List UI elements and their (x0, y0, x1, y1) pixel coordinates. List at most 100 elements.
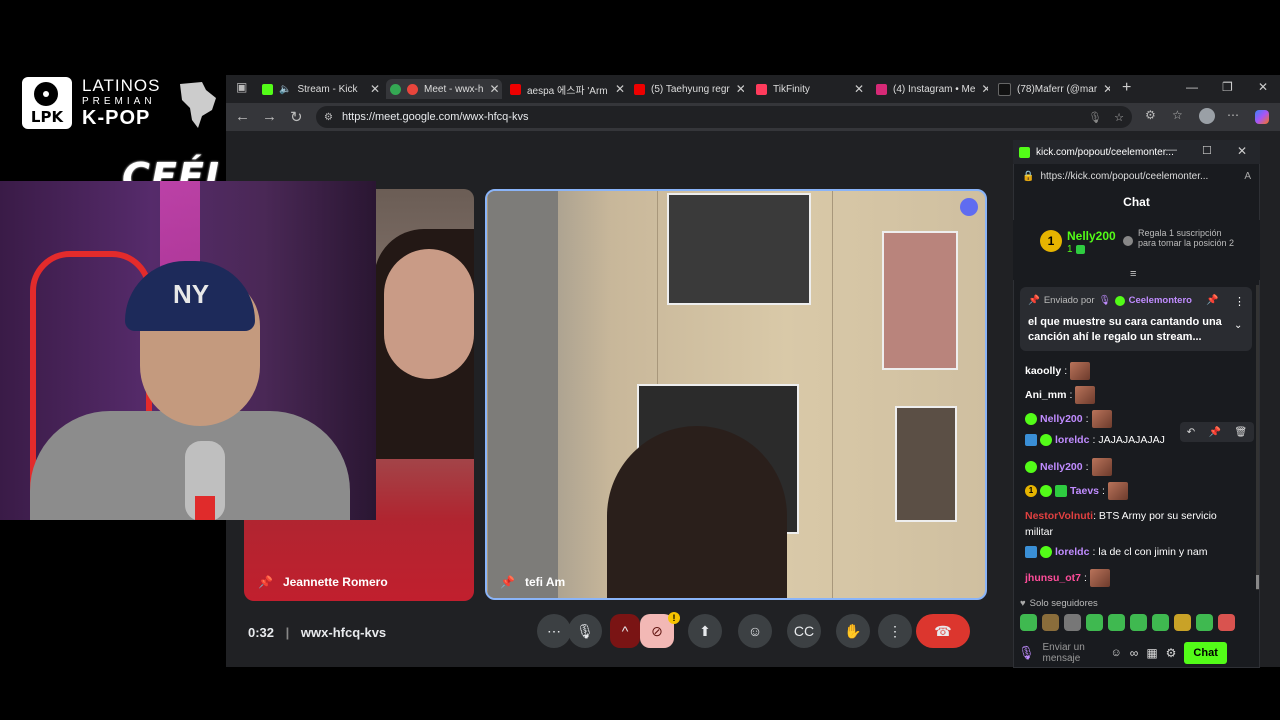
chat-message[interactable]: Nelly200: (1025, 410, 1112, 428)
close-tab-icon[interactable]: ✕ (854, 82, 864, 96)
close-tab-icon[interactable]: ✕ (489, 82, 499, 96)
more-menu-icon[interactable]: ⋯ (1227, 108, 1239, 122)
microphone-button[interactable]: 🎙 (568, 614, 602, 648)
settings-gear-icon[interactable]: ⚙ (1166, 646, 1177, 660)
chat-username[interactable]: NestorVolnuti (1025, 510, 1093, 522)
tab-actions-icon[interactable]: ▣ (236, 80, 247, 94)
pin-icon[interactable]: 📌 (258, 575, 273, 589)
latin-america-map-icon (180, 82, 216, 128)
tab-taehyung[interactable]: (5) Taehyung regr ✕ (634, 79, 744, 99)
emote-picker-icon[interactable]: ☺ (1111, 647, 1122, 659)
copilot-icon[interactable] (1255, 110, 1269, 124)
reload-icon[interactable]: ↻ (290, 108, 303, 126)
emote-button[interactable] (1064, 614, 1081, 631)
delete-icon[interactable]: 🗑 (1235, 427, 1248, 438)
store-icon[interactable]: ▦ (1146, 646, 1157, 660)
read-aloud-icon[interactable]: A (1244, 171, 1251, 182)
more-options-icon[interactable]: ⋯ (537, 614, 571, 648)
chat-message[interactable]: Nelly200: (1025, 458, 1112, 476)
pinned-meta: 📌 Enviado por 🎙 Ceelemontero (1028, 295, 1192, 306)
camera-options-button[interactable]: ^ (610, 614, 640, 648)
chat-message[interactable]: 1 Taevs: (1025, 482, 1128, 500)
chat-message[interactable]: NestorVolnuti: BTS Army por su servicio … (1025, 508, 1230, 540)
chat-username[interactable]: Nelly200 (1040, 461, 1083, 473)
chat-message[interactable]: kaoolly: (1025, 362, 1091, 380)
tab-kick[interactable]: 🔈 Stream - Kick ✕ (262, 79, 380, 99)
chat-username[interactable]: loreldc (1055, 546, 1089, 558)
close-window-icon[interactable]: ✕ (1258, 80, 1268, 94)
close-tab-icon[interactable]: ✕ (615, 82, 625, 96)
forward-icon[interactable]: → (262, 108, 277, 125)
tab-aespa[interactable]: aespa 에스파 'Arm ✕ (510, 79, 625, 99)
back-icon[interactable]: ← (235, 108, 250, 125)
emote (1091, 458, 1112, 476)
reactions-button[interactable]: ☺ (738, 614, 772, 648)
tab-tikfinity[interactable]: TikFinity ✕ (756, 79, 864, 99)
captions-button[interactable]: CC (787, 614, 821, 648)
restore-icon[interactable]: ❐ (1222, 80, 1233, 94)
emote-button[interactable] (1130, 614, 1147, 631)
close-tab-icon[interactable]: ✕ (370, 82, 380, 96)
close-tab-icon[interactable]: ✕ (1103, 82, 1110, 96)
filter-icon[interactable]: ≡ (1130, 268, 1136, 280)
pinned-message[interactable]: 📌 Enviado por 🎙 Ceelemontero 📌 ⋮ el que … (1020, 287, 1252, 351)
top-gifter-name[interactable]: Nelly200 (1067, 229, 1116, 243)
chat-maximize-icon[interactable]: ☐ (1202, 144, 1212, 157)
profile-avatar[interactable] (1199, 108, 1215, 124)
send-chat-button[interactable]: Chat (1184, 642, 1227, 664)
raise-hand-button[interactable]: ✋ (836, 614, 870, 648)
chat-scrollbar[interactable] (1256, 285, 1259, 590)
reply-icon[interactable]: ↶ (1187, 427, 1195, 438)
chat-input[interactable]: Enviar un mensaje (1043, 642, 1103, 664)
emote-button[interactable] (1218, 614, 1235, 631)
chat-minimize-icon[interactable]: — (1166, 144, 1177, 156)
chat-close-icon[interactable]: ✕ (1237, 144, 1247, 158)
emote-button[interactable] (1020, 614, 1037, 631)
emote-button[interactable] (1152, 614, 1169, 631)
url-input[interactable]: ⚙ https://meet.google.com/wwx-hfcq-kvs 🎙… (316, 106, 1132, 128)
tab-instagram[interactable]: (4) Instagram • Me ✕ (876, 79, 988, 99)
chat-message-hovered[interactable]: loreldc: JAJAJAJAJAJ (1025, 434, 1165, 446)
extensions-icon[interactable]: ⚙ (1145, 108, 1156, 122)
chat-message[interactable]: jhunsu_ot7: (1025, 569, 1110, 587)
pinned-author[interactable]: Ceelemontero (1129, 295, 1192, 306)
participant-tile-2[interactable] (485, 189, 987, 600)
unpin-icon[interactable]: 📌 (1206, 295, 1218, 306)
emote-button[interactable] (1086, 614, 1103, 631)
expand-chevron-icon[interactable]: ⌄ (1234, 320, 1242, 331)
emote-button[interactable] (1196, 614, 1213, 631)
end-call-button[interactable]: ☎ (916, 614, 970, 648)
scrollbar-thumb[interactable] (1256, 575, 1259, 589)
rewards-icon[interactable]: ∞ (1130, 646, 1139, 660)
favorites-icon[interactable]: ☆ (1172, 108, 1183, 122)
close-tab-icon[interactable]: ✕ (981, 82, 988, 96)
top-gifter-count-wrap: 1 (1067, 244, 1085, 255)
emote-button[interactable] (1042, 614, 1059, 631)
favorite-star-icon[interactable]: ☆ (1114, 111, 1124, 124)
pin-message-icon[interactable]: 📌 (1209, 427, 1221, 438)
new-tab-icon[interactable]: + (1122, 79, 1131, 97)
tab-tiktok[interactable]: (78)Maferr (@mar ✕ (998, 79, 1110, 99)
chat-username[interactable]: jhunsu_ot7 (1025, 572, 1081, 584)
pinned-more-icon[interactable]: ⋮ (1234, 295, 1245, 308)
mic-icon[interactable]: 🎙 (1018, 645, 1035, 661)
chat-message[interactable]: Ani_mm: (1025, 386, 1096, 404)
tab-meet[interactable]: Meet - wwx-h ✕ (386, 79, 502, 99)
more-menu-button[interactable]: ⋮ (878, 614, 912, 648)
chat-url-bar[interactable]: 🔒 https://kick.com/popout/ceelemonter...… (1016, 165, 1257, 187)
close-tab-icon[interactable]: ✕ (736, 82, 744, 96)
emote-button[interactable] (1174, 614, 1191, 631)
site-info-icon[interactable]: ⚙ (324, 112, 333, 123)
chat-username[interactable]: Taevs (1070, 485, 1099, 497)
emote-button[interactable] (1108, 614, 1125, 631)
present-screen-button[interactable]: ⬆ (688, 614, 722, 648)
chat-username[interactable]: Nelly200 (1040, 413, 1083, 425)
chat-message[interactable]: loreldc: la de cl con jimin y nam (1025, 546, 1208, 558)
mic-icon[interactable]: 🎙 (1088, 111, 1102, 124)
chat-username[interactable]: kaoolly (1025, 365, 1061, 377)
minimize-icon[interactable]: — (1186, 80, 1198, 94)
chat-username[interactable]: loreldc (1055, 434, 1089, 446)
pin-icon[interactable]: 📌 (500, 575, 515, 589)
chat-username[interactable]: Ani_mm (1025, 389, 1066, 401)
pinned-message-text: el que muestre su cara cantando una canc… (1028, 316, 1222, 343)
